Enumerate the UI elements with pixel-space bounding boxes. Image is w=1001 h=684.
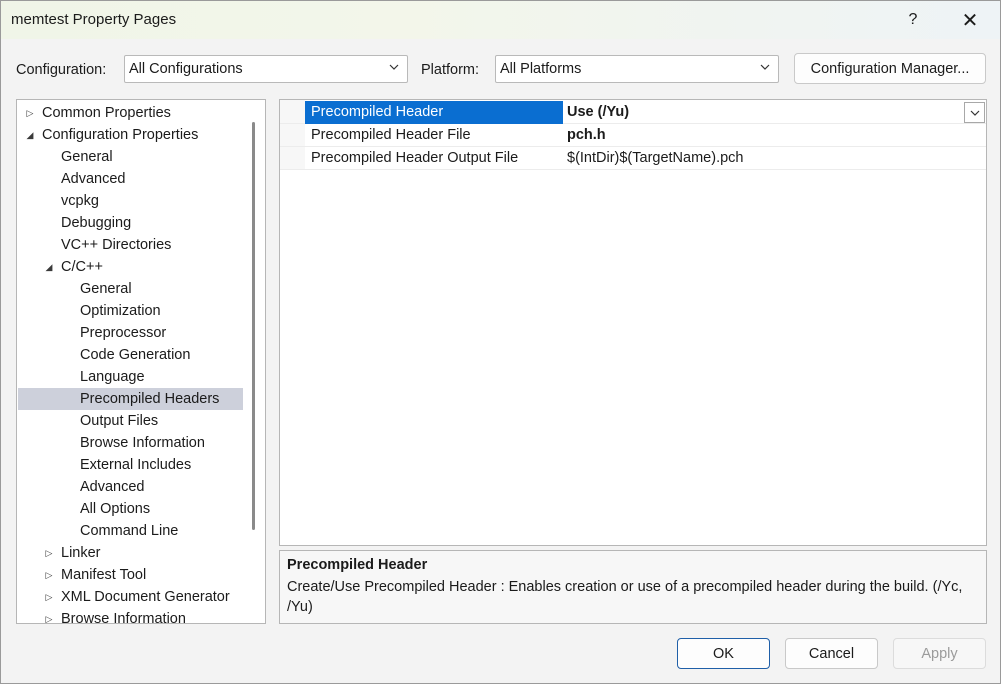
tree-item-label: Browse Information	[80, 435, 205, 451]
configuration-select[interactable]: All Configurations	[124, 55, 408, 83]
ok-button[interactable]: OK	[677, 638, 770, 669]
tree-item-label: Language	[80, 369, 145, 385]
tree-item-label: Precompiled Headers	[80, 391, 220, 407]
tree-item-label: C/C++	[61, 259, 103, 275]
tree-item[interactable]: All Options	[18, 498, 243, 520]
tree-item[interactable]: vcpkg	[18, 190, 243, 212]
collapse-arrow-icon[interactable]: ◢	[24, 124, 36, 146]
property-grid: Precompiled Header Use (/Yu) Precompiled…	[279, 99, 987, 546]
platform-value: All Platforms	[500, 61, 582, 77]
configuration-value: All Configurations	[129, 61, 243, 77]
tree-item[interactable]: Code Generation	[18, 344, 243, 366]
tree-item[interactable]: Language	[18, 366, 243, 388]
chevron-down-icon	[389, 64, 399, 70]
expand-arrow-icon[interactable]: ▷	[43, 542, 55, 564]
title-bar: memtest Property Pages ? ✕	[1, 1, 1000, 39]
tree-item[interactable]: External Includes	[18, 454, 243, 476]
tree-item[interactable]: ◢ Configuration Properties	[18, 124, 243, 146]
property-row-precompiled-header-output-file[interactable]: Precompiled Header Output File $(IntDir)…	[280, 147, 986, 170]
tree-item-label: Manifest Tool	[61, 567, 147, 583]
expand-arrow-icon[interactable]: ▷	[43, 608, 55, 623]
tree-item-label: Advanced	[80, 479, 145, 495]
tree-item-label: Linker	[61, 545, 101, 561]
tree-item[interactable]: General	[18, 278, 243, 300]
description-text: Create/Use Precompiled Header : Enables …	[287, 579, 963, 615]
tree-item-label: General	[61, 149, 113, 165]
close-button[interactable]: ✕	[947, 1, 993, 39]
property-name: Precompiled Header Output File	[311, 150, 519, 166]
tree-item[interactable]: Browse Information	[18, 432, 243, 454]
tree-item-label: All Options	[80, 501, 151, 517]
cancel-button[interactable]: Cancel	[785, 638, 878, 669]
tree-item[interactable]: Precompiled Headers	[18, 388, 243, 410]
property-row-precompiled-header-file[interactable]: Precompiled Header File pch.h	[280, 124, 986, 147]
platform-label: Platform:	[421, 62, 480, 78]
tree-item[interactable]: Command Line	[18, 520, 243, 542]
tree-item-label: Configuration Properties	[42, 127, 199, 143]
apply-button[interactable]: Apply	[893, 638, 986, 669]
tree-item-label: Optimization	[80, 303, 161, 319]
tree-item-label: XML Document Generator	[61, 589, 230, 605]
tree-item[interactable]: ▷ Linker	[18, 542, 243, 564]
chevron-down-icon	[970, 110, 980, 116]
tree-item-label: Debugging	[61, 215, 132, 231]
collapse-arrow-icon[interactable]: ◢	[43, 256, 55, 278]
property-value[interactable]: $(IntDir)$(TargetName).pch	[563, 147, 743, 170]
configuration-label: Configuration:	[16, 62, 107, 78]
tree-item-label: External Includes	[80, 457, 192, 473]
tree-item-label: vcpkg	[61, 193, 99, 209]
platform-select[interactable]: All Platforms	[495, 55, 779, 83]
tree-item[interactable]: Output Files	[18, 410, 243, 432]
tree-item[interactable]: ▷ Common Properties	[18, 102, 243, 124]
description-panel: Precompiled Header Create/Use Precompile…	[279, 550, 987, 624]
tree-item[interactable]: Debugging	[18, 212, 243, 234]
tree-item-label: Output Files	[80, 413, 159, 429]
tree-item[interactable]: ▷ XML Document Generator	[18, 586, 243, 608]
property-value[interactable]: pch.h	[563, 124, 606, 147]
tree-item[interactable]: ▷ Manifest Tool	[18, 564, 243, 586]
property-name: Precompiled Header	[305, 101, 563, 124]
property-dropdown-button[interactable]	[964, 102, 985, 123]
tree-item-label: General	[80, 281, 132, 297]
chevron-down-icon	[760, 64, 770, 70]
property-row-precompiled-header[interactable]: Precompiled Header Use (/Yu)	[280, 101, 986, 124]
expand-arrow-icon[interactable]: ▷	[24, 102, 36, 124]
tree-item[interactable]: Advanced	[18, 168, 243, 190]
tree-item-label: Advanced	[61, 171, 126, 187]
property-value[interactable]: Use (/Yu)	[563, 101, 629, 124]
tree-item-label: Common Properties	[42, 105, 171, 121]
help-button[interactable]: ?	[890, 1, 936, 39]
tree-item[interactable]: Advanced	[18, 476, 243, 498]
tree-item[interactable]: VC++ Directories	[18, 234, 243, 256]
tree-item-label: VC++ Directories	[61, 237, 172, 253]
expand-arrow-icon[interactable]: ▷	[43, 586, 55, 608]
tree-item-label: Browse Information	[61, 611, 186, 624]
tree-item[interactable]: ◢ C/C++	[18, 256, 243, 278]
description-title: Precompiled Header	[287, 557, 428, 573]
tree-item-label: Command Line	[80, 523, 179, 539]
window-title: memtest Property Pages	[11, 11, 177, 28]
tree-item[interactable]: ▷ Browse Information	[18, 608, 243, 624]
tree-item[interactable]: Preprocessor	[18, 322, 243, 344]
tree-scrollbar[interactable]	[252, 122, 255, 530]
property-name: Precompiled Header File	[311, 127, 471, 143]
property-tree: ▷ Common Properties ◢ Configuration Propert…	[16, 99, 266, 624]
expand-arrow-icon[interactable]: ▷	[43, 564, 55, 586]
tree-item-label: Code Generation	[80, 347, 191, 363]
tree-item[interactable]: Optimization	[18, 300, 243, 322]
property-pages-dialog: memtest Property Pages ? ✕ Configuration…	[0, 0, 1001, 684]
tree-item[interactable]: General	[18, 146, 243, 168]
tree-item-label: Preprocessor	[80, 325, 167, 341]
configuration-manager-button[interactable]: Configuration Manager...	[794, 53, 986, 84]
